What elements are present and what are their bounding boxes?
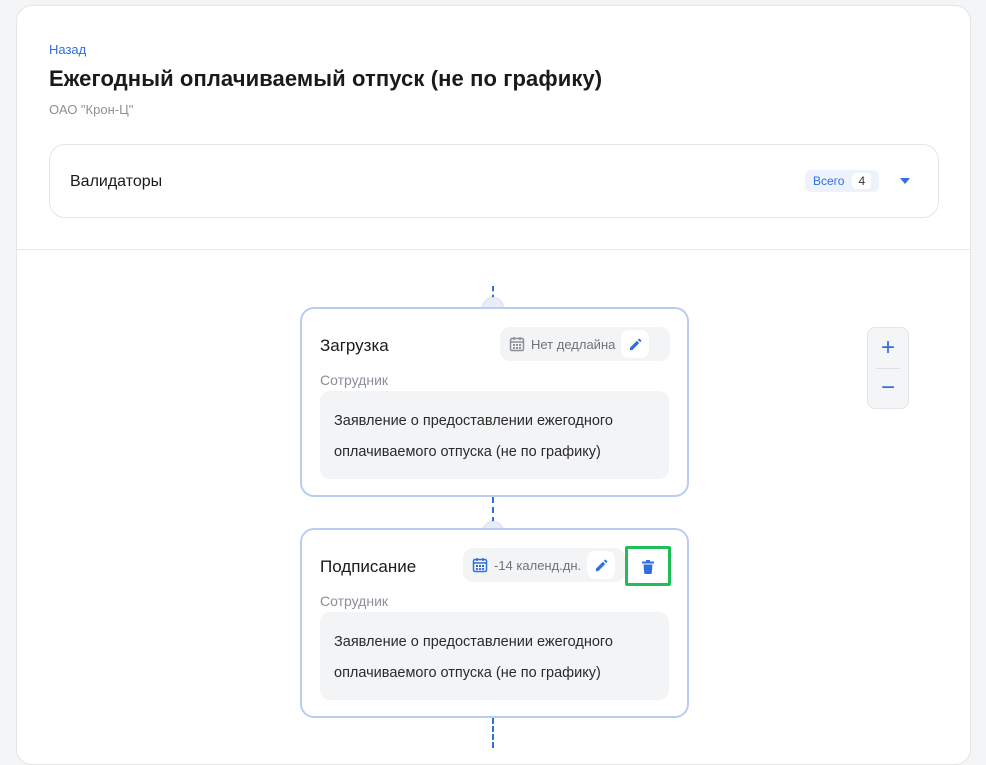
step-card-upload[interactable]: Загрузка Нет дедлайна Сотрудник Заявлени… xyxy=(300,307,689,497)
step-document: Заявление о предоставлении ежегодного оп… xyxy=(320,612,669,700)
chevron-down-icon[interactable] xyxy=(900,178,910,184)
page-container: Назад Ежегодный оплачиваемый отпуск (не … xyxy=(16,5,971,765)
step-role: Сотрудник xyxy=(320,372,389,388)
step-role: Сотрудник xyxy=(320,593,389,609)
calendar-icon xyxy=(509,336,525,352)
zoom-controls: + − xyxy=(867,327,909,409)
edit-deadline-button[interactable] xyxy=(621,330,650,358)
delete-step-button[interactable] xyxy=(633,552,663,582)
connector-line xyxy=(492,718,494,748)
total-count: 4 xyxy=(852,173,872,189)
connector-line xyxy=(492,497,494,523)
zoom-out-button[interactable]: − xyxy=(868,368,908,408)
trash-icon xyxy=(642,560,654,574)
page-header: Назад Ежегодный оплачиваемый отпуск (не … xyxy=(17,6,970,250)
page-title: Ежегодный оплачиваемый отпуск (не по гра… xyxy=(49,66,603,91)
step-card-signing[interactable]: Подписание -14 календ.дн. Сотрудник Заяв… xyxy=(300,528,689,718)
validators-total-badge: Всего 4 xyxy=(805,170,880,192)
step-title: Подписание xyxy=(320,557,417,576)
validators-label: Валидаторы xyxy=(70,173,163,190)
deadline-chip: -14 календ.дн. xyxy=(463,548,625,582)
deadline-text: -14 календ.дн. xyxy=(494,557,582,573)
back-link[interactable]: Назад xyxy=(49,42,86,57)
deadline-chip: Нет дедлайна xyxy=(500,327,670,361)
validators-panel[interactable]: Валидаторы Всего 4 xyxy=(49,144,939,218)
deadline-text: Нет дедлайна xyxy=(531,336,616,352)
total-label: Всего xyxy=(813,174,845,188)
organization-name: ОАО "Крон-Ц" xyxy=(49,102,134,117)
edit-deadline-button[interactable] xyxy=(587,551,616,579)
step-document: Заявление о предоставлении ежегодного оп… xyxy=(320,391,669,479)
workflow-canvas: Загрузка Нет дедлайна Сотрудник Заявлени… xyxy=(17,251,970,764)
step-title: Загрузка xyxy=(320,336,389,355)
pencil-icon xyxy=(629,338,642,350)
calendar-icon xyxy=(472,557,488,573)
zoom-in-button[interactable]: + xyxy=(868,328,908,368)
pencil-icon xyxy=(595,559,608,571)
